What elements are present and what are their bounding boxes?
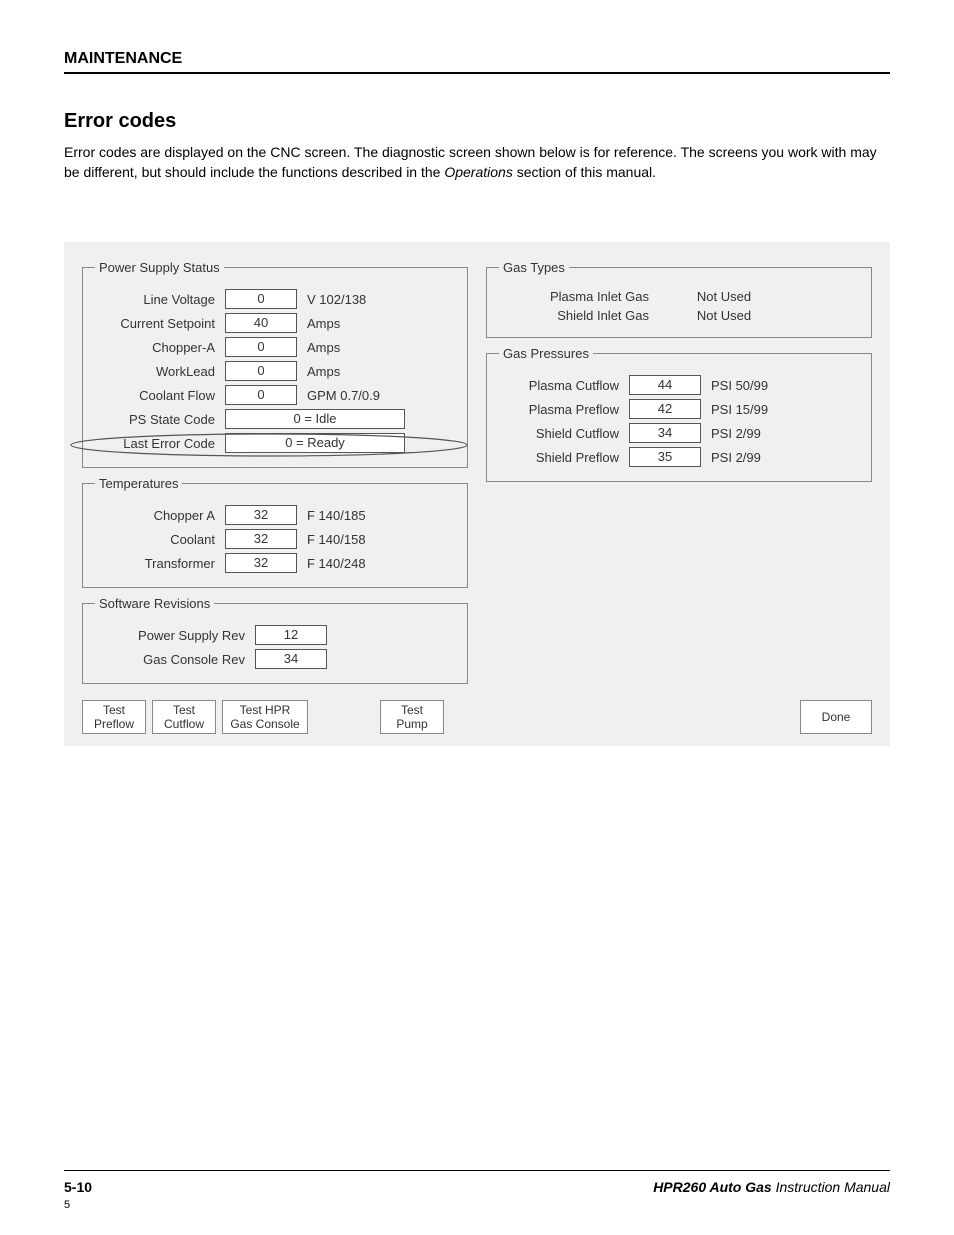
shield-cutflow-unit: PSI 2/99 xyxy=(711,426,859,441)
shield-inlet-label: Shield Inlet Gas xyxy=(499,308,649,323)
last-error-value: 0 = Ready xyxy=(225,433,405,453)
ps-state-label: PS State Code xyxy=(95,412,215,427)
temp-coolant-label: Coolant xyxy=(95,532,215,547)
done-button[interactable]: Done xyxy=(800,700,872,734)
temp-chopper-a-unit: F 140/185 xyxy=(307,508,455,523)
chopper-a-unit: Amps xyxy=(307,340,455,355)
plasma-cutflow-label: Plasma Cutflow xyxy=(499,378,619,393)
test-cutflow-button[interactable]: TestCutflow xyxy=(152,700,216,734)
gas-types-legend: Gas Types xyxy=(499,260,569,275)
plasma-cutflow-value: 44 xyxy=(629,375,701,395)
pss-legend: Power Supply Status xyxy=(95,260,224,275)
footer-small-number: 5 xyxy=(64,1199,70,1211)
shield-preflow-value: 35 xyxy=(629,447,701,467)
temp-chopper-a-label: Chopper A xyxy=(95,508,215,523)
line-voltage-label: Line Voltage xyxy=(95,292,215,307)
temp-coolant-unit: F 140/158 xyxy=(307,532,455,547)
intro-text-2: section of this manual. xyxy=(513,164,656,180)
current-setpoint-unit: Amps xyxy=(307,316,455,331)
shield-cutflow-label: Shield Cutflow xyxy=(499,426,619,441)
plasma-preflow-unit: PSI 15/99 xyxy=(711,402,859,417)
sw-gc-value: 34 xyxy=(255,649,327,669)
shield-inlet-value: Not Used xyxy=(659,308,789,323)
coolant-flow-label: Coolant Flow xyxy=(95,388,215,403)
temp-coolant-value: 32 xyxy=(225,529,297,549)
plasma-preflow-value: 42 xyxy=(629,399,701,419)
temp-chopper-a-value: 32 xyxy=(225,505,297,525)
page-number: 5-10 xyxy=(64,1179,92,1195)
manual-bold: HPR260 Auto Gas xyxy=(653,1179,772,1195)
plasma-inlet-value: Not Used xyxy=(659,289,789,304)
test-pump-button[interactable]: TestPump xyxy=(380,700,444,734)
current-setpoint-value: 40 xyxy=(225,313,297,333)
test-preflow-button[interactable]: TestPreflow xyxy=(82,700,146,734)
coolant-flow-value: 0 xyxy=(225,385,297,405)
sw-ps-label: Power Supply Rev xyxy=(95,628,245,643)
temps-legend: Temperatures xyxy=(95,476,182,491)
coolant-flow-unit: GPM 0.7/0.9 xyxy=(307,388,455,403)
power-supply-status-group: Power Supply Status Line Voltage 0 V 102… xyxy=(82,260,468,468)
worklead-label: WorkLead xyxy=(95,364,215,379)
sw-ps-value: 12 xyxy=(255,625,327,645)
shield-preflow-label: Shield Preflow xyxy=(499,450,619,465)
shield-preflow-unit: PSI 2/99 xyxy=(711,450,859,465)
gas-types-group: Gas Types Plasma Inlet Gas Not Used Shie… xyxy=(486,260,872,338)
plasma-preflow-label: Plasma Preflow xyxy=(499,402,619,417)
section-header: MAINTENANCE xyxy=(64,50,890,74)
worklead-value: 0 xyxy=(225,361,297,381)
page-title: Error codes xyxy=(64,110,890,133)
test-hpr-button[interactable]: Test HPRGas Console xyxy=(222,700,308,734)
manual-rest: Instruction Manual xyxy=(772,1179,890,1195)
temp-transformer-label: Transformer xyxy=(95,556,215,571)
gas-press-legend: Gas Pressures xyxy=(499,346,593,361)
chopper-a-value: 0 xyxy=(225,337,297,357)
software-revisions-group: Software Revisions Power Supply Rev 12 G… xyxy=(82,596,468,684)
manual-title: HPR260 Auto Gas Instruction Manual xyxy=(653,1179,890,1195)
shield-cutflow-value: 34 xyxy=(629,423,701,443)
gas-pressures-group: Gas Pressures Plasma Cutflow 44 PSI 50/9… xyxy=(486,346,872,482)
chopper-a-label: Chopper-A xyxy=(95,340,215,355)
sw-legend: Software Revisions xyxy=(95,596,214,611)
temp-transformer-value: 32 xyxy=(225,553,297,573)
last-error-label: Last Error Code xyxy=(95,436,215,451)
temperatures-group: Temperatures Chopper A 32 F 140/185 Cool… xyxy=(82,476,468,588)
intro-italic: Operations xyxy=(444,164,512,180)
current-setpoint-label: Current Setpoint xyxy=(95,316,215,331)
sw-gc-label: Gas Console Rev xyxy=(95,652,245,667)
worklead-unit: Amps xyxy=(307,364,455,379)
line-voltage-value: 0 xyxy=(225,289,297,309)
line-voltage-unit: V 102/138 xyxy=(307,292,455,307)
temp-transformer-unit: F 140/248 xyxy=(307,556,455,571)
diagnostic-screenshot: Power Supply Status Line Voltage 0 V 102… xyxy=(64,242,890,746)
intro-paragraph: Error codes are displayed on the CNC scr… xyxy=(64,143,890,182)
plasma-cutflow-unit: PSI 50/99 xyxy=(711,378,859,393)
ps-state-value: 0 = Idle xyxy=(225,409,405,429)
page-footer: 5-10 HPR260 Auto Gas Instruction Manual … xyxy=(64,1170,890,1195)
plasma-inlet-label: Plasma Inlet Gas xyxy=(499,289,649,304)
